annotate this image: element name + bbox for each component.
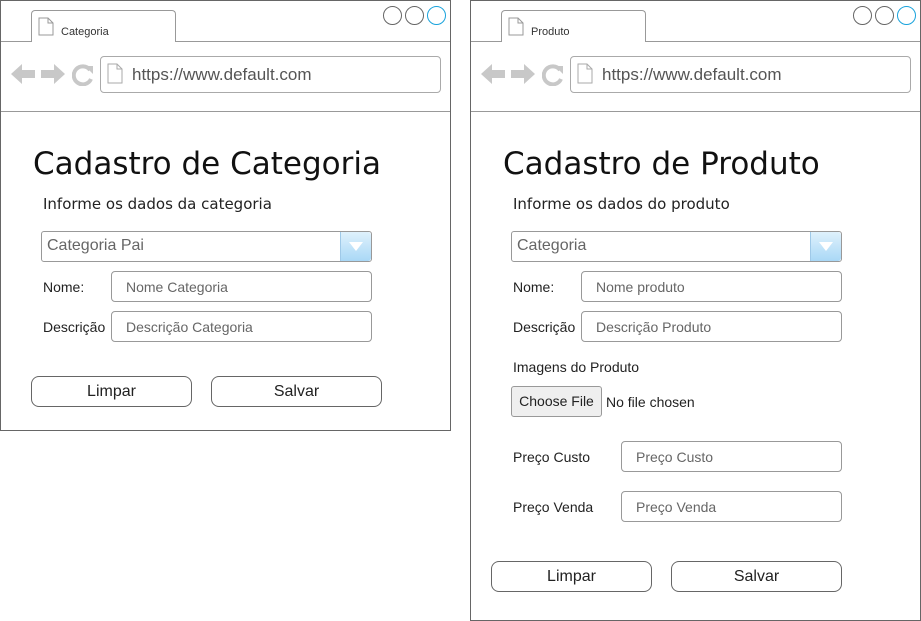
reload-icon[interactable] — [72, 64, 94, 86]
name-placeholder: Nome produto — [596, 279, 685, 295]
window-controls — [850, 6, 916, 25]
name-input[interactable]: Nome Categoria — [111, 271, 372, 302]
back-arrow-icon[interactable] — [481, 64, 505, 84]
page-subtitle: Informe os dados do produto — [513, 195, 730, 213]
window-control-icon[interactable] — [897, 6, 916, 25]
description-label: Descrição — [43, 319, 106, 335]
category-select[interactable]: Categoria — [511, 231, 842, 262]
save-button[interactable]: Salvar — [671, 561, 842, 592]
description-input[interactable]: Descrição Produto — [581, 311, 842, 342]
cost-price-label: Preço Custo — [513, 449, 591, 465]
sale-price-input[interactable]: Preço Venda — [621, 491, 842, 522]
sale-price-label: Preço Venda — [513, 499, 594, 515]
browser-toolbar: https://www.default.com — [1, 42, 450, 112]
browser-toolbar: https://www.default.com — [471, 42, 920, 112]
reload-icon[interactable] — [542, 64, 564, 86]
url-text: https://www.default.com — [602, 65, 782, 84]
document-icon — [38, 17, 54, 36]
forward-arrow-icon[interactable] — [41, 64, 65, 84]
sale-price-placeholder: Preço Venda — [636, 499, 717, 515]
images-label: Imagens do Produto — [513, 359, 640, 375]
cost-price-input[interactable]: Preço Custo — [621, 441, 842, 472]
address-bar[interactable]: https://www.default.com — [570, 56, 911, 93]
clear-button[interactable]: Limpar — [491, 561, 652, 592]
window-control-icon[interactable] — [405, 6, 424, 25]
window-controls — [380, 6, 446, 25]
document-icon — [107, 63, 123, 84]
name-label: Nome: — [513, 279, 555, 295]
select-value: Categoria — [517, 237, 587, 254]
description-placeholder: Descrição Categoria — [126, 319, 253, 335]
window-control-icon[interactable] — [383, 6, 402, 25]
tab-label: Categoria — [61, 26, 109, 38]
url-text: https://www.default.com — [132, 65, 312, 84]
clear-button[interactable]: Limpar — [31, 376, 192, 407]
browser-window-categoria: Categoria https://www.default.com Cadast… — [0, 0, 451, 431]
name-placeholder: Nome Categoria — [126, 279, 228, 295]
name-input[interactable]: Nome produto — [581, 271, 842, 302]
parent-category-select[interactable]: Categoria Pai — [41, 231, 372, 262]
forward-arrow-icon[interactable] — [511, 64, 535, 84]
window-control-icon[interactable] — [875, 6, 894, 25]
description-label: Descrição — [513, 319, 576, 335]
save-button[interactable]: Salvar — [211, 376, 382, 407]
window-control-icon[interactable] — [853, 6, 872, 25]
choose-file-button[interactable]: Choose File — [511, 386, 602, 417]
document-icon — [508, 17, 524, 36]
document-icon — [577, 63, 593, 84]
browser-window-produto: Produto https://www.default.com Cadastro… — [470, 0, 921, 621]
address-bar[interactable]: https://www.default.com — [100, 56, 441, 93]
page-title: Cadastro de Categoria — [33, 146, 381, 182]
file-status: No file chosen — [606, 394, 695, 410]
name-label: Nome: — [43, 279, 85, 295]
dropdown-arrow-icon[interactable] — [810, 232, 841, 261]
browser-tab-produto[interactable]: Produto — [501, 10, 646, 42]
window-control-icon[interactable] — [427, 6, 446, 25]
back-arrow-icon[interactable] — [11, 64, 35, 84]
cost-price-placeholder: Preço Custo — [636, 449, 714, 465]
browser-tab-categoria[interactable]: Categoria — [31, 10, 176, 42]
tab-label: Produto — [531, 26, 570, 38]
page-subtitle: Informe os dados da categoria — [43, 195, 272, 213]
dropdown-arrow-icon[interactable] — [340, 232, 371, 261]
description-placeholder: Descrição Produto — [596, 319, 712, 335]
description-input[interactable]: Descrição Categoria — [111, 311, 372, 342]
page-title: Cadastro de Produto — [503, 146, 820, 182]
select-value: Categoria Pai — [47, 237, 144, 254]
